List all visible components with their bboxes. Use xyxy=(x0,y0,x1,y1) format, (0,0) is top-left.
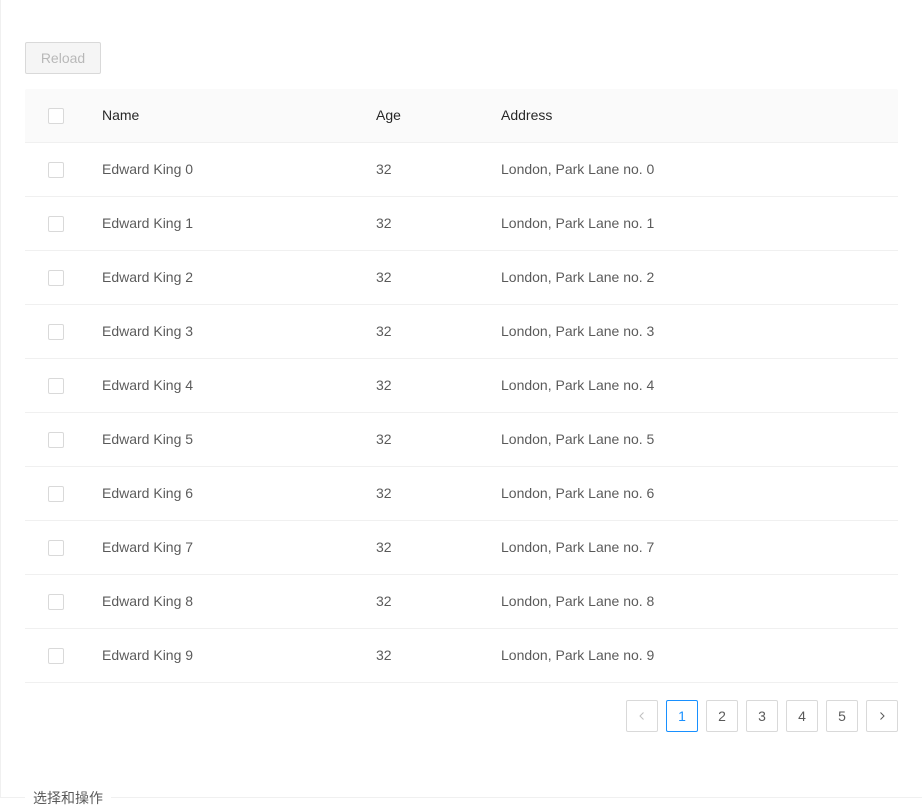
table-row[interactable]: Edward King 5 32 London, Park Lane no. 5 xyxy=(25,413,898,467)
table-row[interactable]: Edward King 2 32 London, Park Lane no. 2 xyxy=(25,251,898,305)
cell-address: London, Park Lane no. 6 xyxy=(501,485,655,501)
cell-name: Edward King 1 xyxy=(102,215,194,231)
cell-name: Edward King 0 xyxy=(102,161,194,177)
chevron-right-icon xyxy=(880,712,885,720)
cell-address: London, Park Lane no. 9 xyxy=(501,647,655,663)
table-row[interactable]: Edward King 9 32 London, Park Lane no. 9 xyxy=(25,629,898,683)
reload-button[interactable]: Reload xyxy=(25,42,101,74)
column-header-age: Age xyxy=(376,107,401,123)
cell-age: 32 xyxy=(376,161,392,177)
select-all-checkbox[interactable] xyxy=(48,108,64,124)
cell-address: London, Park Lane no. 1 xyxy=(501,215,655,231)
cell-age: 32 xyxy=(376,323,392,339)
cell-name: Edward King 4 xyxy=(102,377,194,393)
table-body: Edward King 0 32 London, Park Lane no. 0 Ed… xyxy=(25,143,898,683)
table-row[interactable]: Edward King 1 32 London, Park Lane no. 1 xyxy=(25,197,898,251)
row-select-cell xyxy=(48,629,64,682)
table-row[interactable]: Edward King 0 32 London, Park Lane no. 0 xyxy=(25,143,898,197)
prev-page-button[interactable] xyxy=(626,700,658,732)
cell-name: Edward King 3 xyxy=(102,323,194,339)
row-select-cell xyxy=(48,413,64,466)
table-row[interactable]: Edward King 6 32 London, Park Lane no. 6 xyxy=(25,467,898,521)
page-button-2[interactable]: 2 xyxy=(706,700,738,732)
cell-name: Edward King 9 xyxy=(102,647,194,663)
cell-age: 32 xyxy=(376,377,392,393)
cell-address: London, Park Lane no. 0 xyxy=(501,161,655,177)
row-checkbox[interactable] xyxy=(48,648,64,664)
row-select-cell xyxy=(48,467,64,520)
table-row[interactable]: Edward King 4 32 London, Park Lane no. 4 xyxy=(25,359,898,413)
row-select-cell xyxy=(48,359,64,412)
cell-address: London, Park Lane no. 8 xyxy=(501,593,655,609)
page-button-4[interactable]: 4 xyxy=(786,700,818,732)
cell-age: 32 xyxy=(376,269,392,285)
row-checkbox[interactable] xyxy=(48,378,64,394)
table-header: Name Age Address xyxy=(25,89,898,143)
cell-age: 32 xyxy=(376,593,392,609)
cell-address: London, Park Lane no. 5 xyxy=(501,431,655,447)
cell-address: London, Park Lane no. 7 xyxy=(501,539,655,555)
cell-name: Edward King 6 xyxy=(102,485,194,501)
column-header-address: Address xyxy=(501,107,553,123)
page-button-5[interactable]: 5 xyxy=(826,700,858,732)
cell-age: 32 xyxy=(376,647,392,663)
cell-name: Edward King 2 xyxy=(102,269,194,285)
row-select-cell xyxy=(48,143,64,196)
cell-age: 32 xyxy=(376,431,392,447)
cell-name: Edward King 8 xyxy=(102,593,194,609)
pagination: 1 2 3 4 5 xyxy=(626,700,898,732)
row-checkbox[interactable] xyxy=(48,432,64,448)
row-select-cell xyxy=(48,305,64,358)
cell-name: Edward King 5 xyxy=(102,431,194,447)
row-checkbox[interactable] xyxy=(48,594,64,610)
next-page-button[interactable] xyxy=(866,700,898,732)
column-header-name: Name xyxy=(102,107,140,123)
cell-age: 32 xyxy=(376,215,392,231)
row-checkbox[interactable] xyxy=(48,324,64,340)
cell-address: London, Park Lane no. 4 xyxy=(501,377,655,393)
row-checkbox[interactable] xyxy=(48,162,64,178)
cell-address: London, Park Lane no. 2 xyxy=(501,269,655,285)
row-select-cell xyxy=(48,521,64,574)
row-checkbox[interactable] xyxy=(48,486,64,502)
row-checkbox[interactable] xyxy=(48,216,64,232)
row-select-cell xyxy=(48,575,64,628)
row-checkbox[interactable] xyxy=(48,270,64,286)
table-row[interactable]: Edward King 7 32 London, Park Lane no. 7 xyxy=(25,521,898,575)
chevron-left-icon xyxy=(639,712,644,720)
table-row[interactable]: Edward King 3 32 London, Park Lane no. 3 xyxy=(25,305,898,359)
row-select-cell xyxy=(48,251,64,304)
cell-age: 32 xyxy=(376,485,392,501)
row-select-cell xyxy=(48,197,64,250)
select-all-cell xyxy=(48,89,64,142)
page-button-1[interactable]: 1 xyxy=(666,700,698,732)
page-button-3[interactable]: 3 xyxy=(746,700,778,732)
data-table: Name Age Address Edward King 0 32 London, … xyxy=(25,89,898,683)
row-checkbox[interactable] xyxy=(48,540,64,556)
cell-name: Edward King 7 xyxy=(102,539,194,555)
cell-address: London, Park Lane no. 3 xyxy=(501,323,655,339)
section-title: 选择和操作 xyxy=(25,788,111,808)
table-row[interactable]: Edward King 8 32 London, Park Lane no. 8 xyxy=(25,575,898,629)
cell-age: 32 xyxy=(376,539,392,555)
